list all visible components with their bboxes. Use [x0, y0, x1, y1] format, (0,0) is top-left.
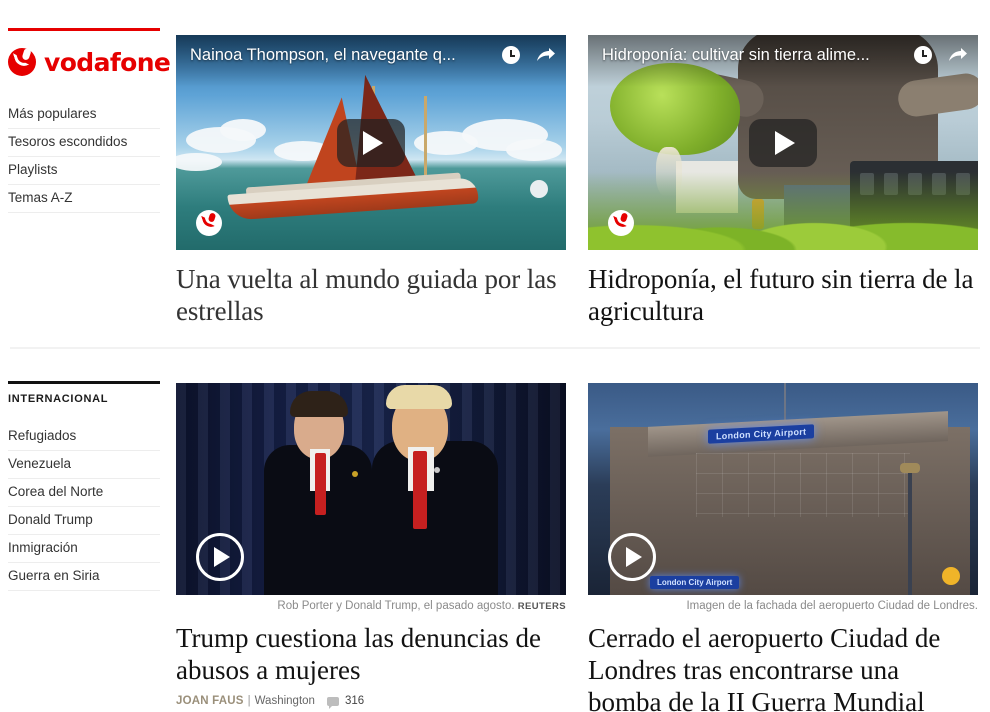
- sidebar-item-corea-del-norte[interactable]: Corea del Norte: [8, 479, 160, 507]
- play-circle-icon[interactable]: [608, 533, 656, 581]
- vodafone-speechmark-icon: [8, 48, 36, 76]
- red-accent-rule: [8, 28, 160, 31]
- clock-icon[interactable]: [914, 46, 932, 64]
- airport-sign-lower-text: London City Airport: [650, 576, 740, 589]
- sidebar-item-playlists[interactable]: Playlists: [8, 157, 160, 185]
- video-headline-2[interactable]: Hidroponía, el futuro sin tierra de la a…: [588, 263, 978, 327]
- sidebar-item-refugiados[interactable]: Refugiados: [8, 423, 160, 451]
- caption-text: Rob Porter y Donald Trump, el pasado ago…: [277, 600, 515, 612]
- sidebar-item-donald-trump[interactable]: Donald Trump: [8, 507, 160, 535]
- news-caption-2: Imagen de la fachada del aeropuerto Ciud…: [588, 599, 978, 614]
- international-sidebar: INTERNACIONAL Refugiados Venezuela Corea…: [8, 381, 160, 591]
- news-headline-1[interactable]: Trump cuestiona las denuncias de abusos …: [176, 622, 566, 686]
- video-title-bar-2: Hidroponía: cultivar sin tierra alime...: [588, 35, 978, 87]
- video-overlay-title-1: Nainoa Thompson, el navegante q...: [190, 46, 456, 64]
- news-card-1: Rob Porter y Donald Trump, el pasado ago…: [176, 383, 566, 709]
- sidebar-item-tesoros-escondidos[interactable]: Tesoros escondidos: [8, 129, 160, 157]
- caption-text: Imagen de la fachada del aeropuerto Ciud…: [686, 600, 978, 612]
- clock-icon[interactable]: [502, 46, 520, 64]
- youtube-play-icon[interactable]: [337, 118, 405, 167]
- page-root: vodafone Más populares Tesoros escondido…: [0, 0, 990, 712]
- vodafone-nav: Más populares Tesoros escondidos Playlis…: [8, 101, 160, 213]
- sidebar-item-temas-az[interactable]: Temas A-Z: [8, 185, 160, 213]
- vodafone-logo[interactable]: vodafone: [8, 45, 171, 79]
- news-card-2: London City Airport London City Airport …: [588, 383, 978, 712]
- video-player-2[interactable]: Hidroponía: cultivar sin tierra alime...: [588, 35, 978, 250]
- sidebar-item-venezuela[interactable]: Venezuela: [8, 451, 160, 479]
- sidebar-item-inmigracion[interactable]: Inmigración: [8, 535, 160, 563]
- video-title-bar-1: Nainoa Thompson, el navegante q...: [176, 35, 566, 87]
- comment-count[interactable]: 316: [345, 695, 364, 707]
- section-heading: INTERNACIONAL: [8, 393, 109, 405]
- video-overlay-title-2: Hidroponía: cultivar sin tierra alime...: [602, 46, 870, 64]
- vodafone-sidebar: vodafone Más populares Tesoros escondido…: [8, 28, 171, 213]
- sidebar-item-guerra-en-siria[interactable]: Guerra en Siria: [8, 563, 160, 591]
- video-actions-2: [914, 44, 968, 64]
- share-icon[interactable]: [948, 47, 968, 63]
- international-nav: Refugiados Venezuela Corea del Norte Don…: [8, 423, 160, 591]
- video-card-1: Nainoa Thompson, el navegante q... Una v…: [176, 35, 566, 327]
- news-media-2[interactable]: London City Airport London City Airport: [588, 383, 978, 595]
- byline-separator: |: [247, 695, 251, 707]
- news-media-1[interactable]: [176, 383, 566, 595]
- news-headline-2[interactable]: Cerrado el aeropuerto Ciudad de Londres …: [588, 622, 978, 712]
- news-byline-1: JOAN FAUS | Washington 316: [176, 695, 566, 709]
- comment-bubble-icon[interactable]: [326, 696, 339, 709]
- section-divider: [10, 347, 980, 349]
- video-card-2: Hidroponía: cultivar sin tierra alime...…: [588, 35, 978, 327]
- vodafone-badge-icon: [608, 210, 634, 236]
- video-actions-1: [502, 44, 556, 64]
- play-circle-icon[interactable]: [196, 533, 244, 581]
- caption-agency: REUTERS: [517, 601, 566, 612]
- share-icon[interactable]: [536, 47, 556, 63]
- byline-place: Washington: [254, 695, 315, 707]
- news-caption-1: Rob Porter y Donald Trump, el pasado ago…: [176, 599, 566, 614]
- video-headline-1[interactable]: Una vuelta al mundo guiada por las estre…: [176, 263, 566, 327]
- video-player-1[interactable]: Nainoa Thompson, el navegante q...: [176, 35, 566, 250]
- black-accent-rule: [8, 381, 160, 384]
- byline-author[interactable]: JOAN FAUS: [176, 695, 244, 707]
- videos-section: vodafone Más populares Tesoros escondido…: [0, 0, 990, 347]
- sidebar-item-mas-populares[interactable]: Más populares: [8, 101, 160, 129]
- vodafone-badge-icon: [196, 210, 222, 236]
- youtube-play-icon[interactable]: [749, 118, 817, 167]
- vodafone-wordmark: vodafone: [44, 47, 171, 77]
